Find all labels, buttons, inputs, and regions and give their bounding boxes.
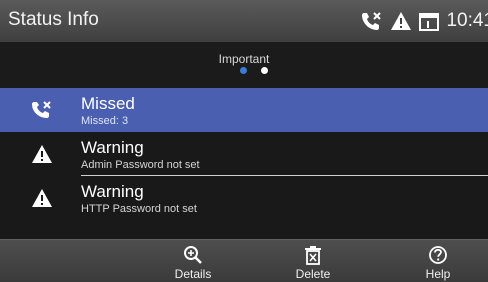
help-button[interactable]: Help [388,240,488,282]
help-label: Help [425,267,451,281]
list-item-subtitle: Admin Password not set [81,159,200,171]
title-bar: Status Info 10:4 [0,0,488,43]
calendar-icon [418,10,440,32]
status-info-screen: Status Info 10:4 Important Missed Missed… [0,0,488,282]
page-dot-active[interactable] [240,67,247,74]
trash-icon [263,245,363,265]
softkey-bar: Details Delete Help [0,239,488,282]
list-item-subtitle: HTTP Password not set [81,203,197,215]
delete-label: Delete [295,267,331,281]
help-icon [388,245,488,265]
list-item-title: Warning [81,182,144,201]
list-item-warning-admin[interactable]: Warning Admin Password not set [0,132,488,176]
list-item-missed[interactable]: Missed Missed: 3 [0,88,488,132]
details-label: Details [174,267,212,281]
list-item-title: Missed [81,94,135,113]
missed-call-icon [360,10,384,32]
delete-button[interactable]: Delete [263,240,363,282]
page-indicator: Important [0,42,488,88]
missed-call-icon [30,98,54,122]
details-button[interactable]: Details [143,240,243,282]
list-item-title: Warning [81,138,144,157]
page-dot-inactive[interactable] [261,67,268,74]
clock: 10:41 [446,10,488,31]
list-item-warning-http[interactable]: Warning HTTP Password not set [0,176,488,220]
zoom-in-icon [143,245,243,265]
page-label: Important [218,52,270,66]
status-list: Missed Missed: 3 Warning Admin Password … [0,88,488,220]
status-icons: 10:41 [360,6,488,36]
warning-icon [30,142,54,166]
page-title: Status Info [8,9,99,30]
warning-icon [390,11,412,31]
warning-icon [30,186,54,210]
list-item-subtitle: Missed: 3 [81,115,129,127]
